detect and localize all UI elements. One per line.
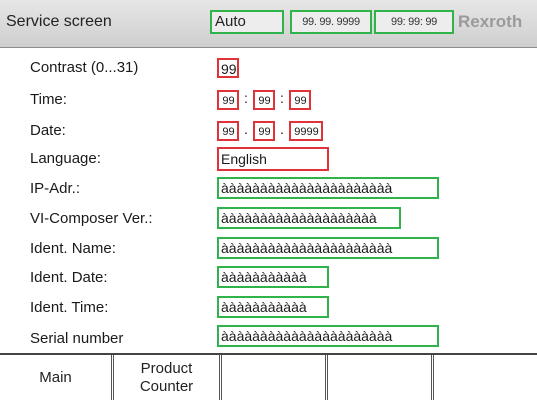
product-counter-label-line2: Counter [139, 377, 194, 395]
time-label: Time: [30, 91, 67, 108]
time-seconds-input[interactable]: 99 [289, 90, 311, 110]
contrast-input[interactable]: 99 [217, 58, 239, 78]
date-label: Date: [30, 122, 66, 139]
time-hours-input[interactable]: 99 [217, 90, 239, 110]
ident-name-label: Ident. Name: [30, 240, 116, 257]
product-counter-label-line1: Product [140, 359, 193, 377]
main-softkey[interactable]: Main [0, 355, 114, 400]
time-display: 99: 99: 99 [374, 10, 454, 34]
date-year-input[interactable]: 9999 [289, 121, 323, 141]
vi-composer-version-value: àààààààààààààààààààà [217, 207, 401, 229]
title-bar: Service screen Auto 99. 99. 9999 99: 99:… [0, 0, 537, 48]
date-month-input[interactable]: 99 [253, 121, 275, 141]
main-softkey-label: Main [39, 368, 72, 386]
contrast-label: Contrast (0...31) [30, 59, 139, 76]
ident-time-value: ààààààààààà [217, 296, 329, 318]
empty-softkey-3[interactable] [222, 355, 328, 400]
rexroth-logo: Rexroth [458, 12, 523, 31]
language-label: Language: [30, 150, 101, 167]
empty-softkey-4[interactable] [328, 355, 434, 400]
date-separator: . [280, 121, 284, 137]
date-separator: . [244, 121, 248, 137]
date-day-input[interactable]: 99 [217, 121, 239, 141]
softkey-bar: Main Product Counter [0, 353, 537, 400]
ip-address-label: IP-Adr.: [30, 180, 81, 197]
time-separator: : [280, 90, 284, 106]
ident-name-value: àààààààààààààààààààààà [217, 237, 439, 259]
ip-address-value: àààààààààààààààààààààà [217, 177, 439, 199]
time-minutes-input[interactable]: 99 [253, 90, 275, 110]
operating-mode-field: Auto [210, 10, 284, 34]
screen-title: Service screen [6, 13, 112, 30]
ident-date-label: Ident. Date: [30, 269, 108, 286]
vi-composer-version-label: VI-Composer Ver.: [30, 210, 153, 227]
time-separator: : [244, 90, 248, 106]
serial-number-label: Serial number [30, 330, 124, 347]
empty-softkey-5[interactable] [434, 355, 537, 400]
product-counter-softkey[interactable]: Product Counter [114, 355, 222, 400]
ident-date-value: ààààààààààà [217, 266, 329, 288]
ident-time-label: Ident. Time: [30, 299, 109, 316]
language-select[interactable]: English [217, 147, 329, 171]
date-display: 99. 99. 9999 [290, 10, 372, 34]
serial-number-value: àààààààààààààààààààààà [217, 325, 439, 347]
